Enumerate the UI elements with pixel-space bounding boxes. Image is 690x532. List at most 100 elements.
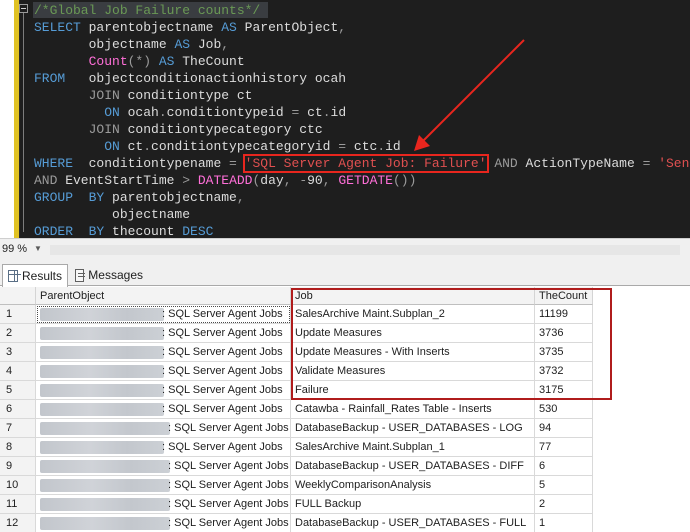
table-row[interactable]: 3: SQL Server Agent Jobs Update Measures … [0,343,690,362]
code-line[interactable]: ORDER BY thecount DESC [34,223,213,238]
cell-thecount[interactable]: 94 [535,419,593,438]
code-line[interactable]: WHERE conditiontypename = 'SQL Server Ag… [34,154,690,173]
tab-messages[interactable]: Messages [70,264,148,286]
zoom-level[interactable]: 99 % [2,243,27,255]
cell-thecount[interactable]: 5 [535,476,593,495]
code-line[interactable]: JOIN conditiontypecategory ctc [34,121,323,138]
row-number[interactable]: 8 [0,438,36,457]
table-row[interactable]: 11: SQL Server Agent Jobs FULL Backup 2 [0,495,690,514]
column-header-job[interactable]: Job [291,287,535,305]
code-line[interactable]: ON ct.conditiontypecategoryid = ctc.id [34,138,401,155]
cell-job[interactable]: WeeklyComparisonAnalysis [291,476,535,495]
code-token: AND [494,156,518,171]
code-line[interactable]: JOIN conditiontype ct [34,87,253,104]
code-token: ct [299,105,323,120]
cell-thecount[interactable]: 6 [535,457,593,476]
results-grid[interactable]: ParentObject Job TheCount 1: SQL Server … [0,287,690,532]
cell-thecount[interactable]: 77 [535,438,593,457]
code-line[interactable]: FROM objectconditionactionhistory ocah [34,70,346,87]
cell-parentobject[interactable]: : SQL Server Agent Jobs [36,305,291,324]
row-number[interactable]: 3 [0,343,36,362]
code-line[interactable]: Count(*) AS TheCount [34,53,245,70]
code-line[interactable]: /*Global Job Failure counts*/ [34,2,260,19]
cell-parentobject[interactable]: : SQL Server Agent Jobs [36,362,291,381]
cell-job[interactable]: FULL Backup [291,495,535,514]
cell-parentobject[interactable]: : SQL Server Agent Jobs [36,495,291,514]
horizontal-scrollbar[interactable] [50,245,680,255]
column-header-parentobject[interactable]: ParentObject [36,287,291,305]
code-line[interactable]: AND EventStartTime > DATEADD(day, -90, G… [34,172,416,189]
row-number[interactable]: 5 [0,381,36,400]
cell-thecount[interactable]: 2 [535,495,593,514]
code-token: ct [119,139,144,154]
row-number[interactable]: 10 [0,476,36,495]
table-row[interactable]: 8: SQL Server Agent Jobs SalesArchive Mai… [0,438,690,457]
row-number[interactable]: 9 [0,457,36,476]
row-number[interactable]: 4 [0,362,36,381]
outlining-line [23,6,24,232]
table-row[interactable]: 6: SQL Server Agent Jobs Catawba - Rainfa… [0,400,690,419]
code-token: . [377,139,386,154]
code-token: DESC [182,224,214,238]
table-row[interactable]: 2: SQL Server Agent Jobs Update Measures 3… [0,324,690,343]
cell-parentobject[interactable]: : SQL Server Agent Jobs [36,419,291,438]
code-line[interactable]: ON ocah.conditiontypeid = ct.id [34,104,346,121]
cell-job[interactable]: Update Measures [291,324,535,343]
cell-thecount[interactable]: 3736 [535,324,593,343]
code-token: parentobjectname [104,190,237,205]
cell-job[interactable]: DatabaseBackup - USER_DATABASES - FULL [291,514,535,532]
cell-parentobject[interactable]: : SQL Server Agent Jobs [36,343,291,362]
table-row[interactable]: 1: SQL Server Agent Jobs SalesArchive Mai… [0,305,690,324]
cell-parentobject[interactable]: : SQL Server Agent Jobs [36,400,291,419]
tab-results[interactable]: Results [2,264,68,287]
cell-thecount[interactable]: 1 [535,514,593,532]
row-number[interactable]: 7 [0,419,36,438]
cell-job[interactable]: Validate Measures [291,362,535,381]
cell-thecount[interactable]: 11199 [535,305,593,324]
row-number[interactable]: 1 [0,305,36,324]
code-line[interactable]: objectname AS Job, [34,36,229,53]
row-number[interactable]: 2 [0,324,36,343]
cell-parentobject[interactable]: : SQL Server Agent Jobs [36,514,291,532]
cell-parentobject[interactable]: : SQL Server Agent Jobs [36,324,291,343]
code-token: BY [88,224,105,238]
table-row[interactable]: 5: SQL Server Agent Jobs Failure 3175 [0,381,690,400]
table-row[interactable]: 9: SQL Server Agent Jobs DatabaseBackup -… [0,457,690,476]
redacted-server-name [40,479,170,492]
cell-job[interactable]: SalesArchive Maint.Subplan_1 [291,438,535,457]
cell-job[interactable]: Catawba - Rainfall_Rates Table - Inserts [291,400,535,419]
table-row[interactable]: 12: SQL Server Agent Jobs DatabaseBackup … [0,514,690,532]
table-row[interactable]: 10: SQL Server Agent Jobs WeeklyCompariso… [0,476,690,495]
row-number[interactable]: 12 [0,514,36,532]
cell-job[interactable]: DatabaseBackup - USER_DATABASES - DIFF [291,457,535,476]
cell-parentobject[interactable]: : SQL Server Agent Jobs [36,381,291,400]
sql-editor[interactable]: /*Global Job Failure counts*/SELECT pare… [0,0,690,238]
cell-thecount[interactable]: 3732 [535,362,593,381]
row-number[interactable]: 11 [0,495,36,514]
code-token: 'Send Email' [658,156,690,171]
cell-parentobject[interactable]: : SQL Server Agent Jobs [36,476,291,495]
column-header-thecount[interactable]: TheCount [535,287,593,305]
code-line[interactable]: SELECT parentobjectname AS ParentObject, [34,19,346,36]
row-number[interactable]: 6 [0,400,36,419]
cell-thecount[interactable]: 3735 [535,343,593,362]
table-row[interactable]: 4 : SQL Server Agent Jobs Validate Measure… [0,362,690,381]
row-number-header[interactable] [0,287,36,305]
cell-parentobject[interactable]: : SQL Server Agent Jobs [36,457,291,476]
cell-thecount[interactable]: 530 [535,400,593,419]
cell-thecount[interactable]: 3175 [535,381,593,400]
cell-job[interactable]: Failure [291,381,535,400]
collapse-region-icon[interactable] [19,4,28,13]
parent-suffix: : SQL Server Agent Jobs [162,365,283,377]
code-line[interactable]: objectname [34,206,190,223]
cell-job[interactable]: SalesArchive Maint.Subplan_2 [291,305,535,324]
zoom-dropdown-icon[interactable]: ▼ [34,244,42,253]
code-token: . [158,105,167,120]
cell-job[interactable]: Update Measures - With Inserts [291,343,535,362]
table-row[interactable]: 7: SQL Server Agent Jobs DatabaseBackup -… [0,419,690,438]
cell-parentobject[interactable]: : SQL Server Agent Jobs [36,438,291,457]
cell-job[interactable]: DatabaseBackup - USER_DATABASES - LOG [291,419,535,438]
code-line[interactable]: GROUP BY parentobjectname, [34,189,245,206]
